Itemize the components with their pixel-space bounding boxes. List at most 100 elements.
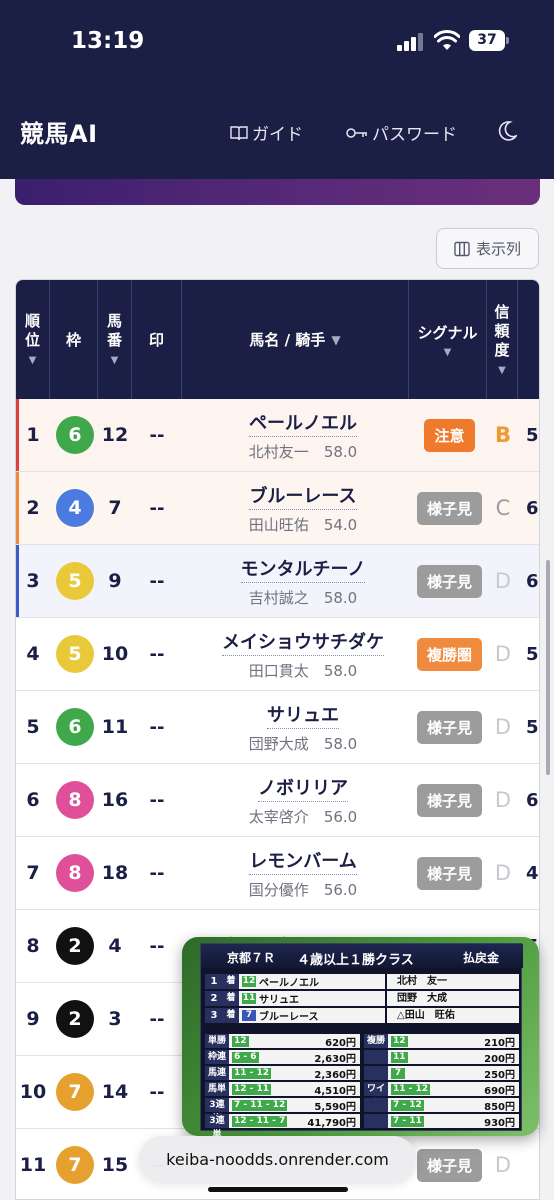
sort-arrow-icon: ▼ [110,355,119,366]
table-row[interactable]: 6 8 16 -- ノボリリア 太宰啓介 56.0 様子見 D 6 [16,764,539,837]
frame-cell: 2 [52,983,98,1055]
frame-cell: 2 [52,910,98,982]
next-column-value: 6 [526,570,539,592]
frame-number-badge: 8 [56,854,94,892]
header-rank[interactable]: 順位 ▼ [16,280,50,399]
mark-cell[interactable]: -- [132,618,182,690]
display-columns-label: 表示列 [475,240,521,258]
payout-amount: 41,790円 [307,1117,356,1129]
horse-jockey-cell: モンタルチーノ 吉村誠之 58.0 [193,545,413,617]
horse-number-cell: 16 [101,789,129,811]
bet-combination: 12 [391,1036,408,1047]
finish-place: 2 [205,991,223,1006]
horse-number-cell: 12 [101,424,129,446]
horse-name-link[interactable]: ペールノエル [249,409,357,437]
horse-name-link[interactable]: ブルーレース [249,482,357,510]
columns-icon [454,241,470,256]
scrollbar[interactable] [546,560,550,775]
bet-type: 3連単 [205,1114,229,1136]
jockey-weight: 国分優作 56.0 [248,880,358,899]
header-signal[interactable]: シグナル ▼ [409,280,487,399]
bet-combination: 7 - 12 [391,1100,424,1111]
mark-cell[interactable]: -- [132,545,182,617]
table-row[interactable]: 1 6 12 -- ペールノエル 北村友一 58.0 注意 B 5 [16,399,539,472]
payout-row: 複勝 12 210円 [364,1034,519,1049]
rank-cell: 5 [26,716,40,738]
key-icon [346,127,367,138]
finish-place: 3 [205,1008,223,1023]
horse-number-cell: 9 [108,570,122,592]
bet-combination: 11 [391,1052,408,1063]
next-column-value [526,1129,539,1199]
horse-number-cell: 15 [101,1154,129,1176]
table-row[interactable]: 5 6 11 -- サリュエ 団野大成 58.0 様子見 D 5 [16,691,539,764]
mark-cell[interactable]: -- [132,983,182,1055]
header-number[interactable]: 馬番 ▼ [98,280,132,399]
sort-arrow-icon: ▼ [498,364,506,376]
mark-cell[interactable]: -- [132,472,182,544]
table-row[interactable]: 3 5 9 -- モンタルチーノ 吉村誠之 58.0 様子見 D 6 [16,545,539,618]
bet-type: 複勝 [364,1034,388,1048]
browser-url-bar[interactable]: keiba-noodds.onrender.com [139,1136,416,1182]
payout-row: 馬単 12 - 11 4,510円 [205,1082,360,1097]
table-row[interactable]: 7 8 18 -- レモンバーム 国分優作 56.0 様子見 D 4 [16,837,539,910]
frame-number-badge: 5 [56,562,94,600]
mark-cell[interactable]: -- [132,910,182,982]
mark-cell[interactable]: -- [132,399,182,471]
confidence-cell: B [494,423,511,447]
payout-row: ワイド11 - 12 690円 [364,1082,519,1108]
signal-badge: 複勝圏 [416,637,482,671]
mark-cell[interactable]: -- [132,837,182,909]
rank-cell: 1 [26,424,40,446]
signal-cell: 様子見 [413,837,486,909]
next-column-value: 6 [526,789,539,811]
horse-number-cell: 11 [101,716,129,738]
result-horse-name: ペールノエル [259,978,319,989]
payout-amount: 250円 [484,1069,515,1081]
app-title[interactable]: 競馬AI [20,114,98,149]
horse-name-link[interactable]: レモンバーム [249,847,357,875]
bet-combination: 7 - 11 - 12 [232,1100,288,1111]
confidence-cell: D [494,715,512,739]
signal-cell: 様子見 [413,691,486,763]
confidence-cell: D [494,642,512,666]
header-horse-jockey[interactable]: 馬名 / 騎手 ▼ [182,280,409,399]
bet-type: 枠連 [205,1050,229,1064]
payout-row: 馬連 11 - 12 2,360円 [205,1066,360,1081]
display-columns-button[interactable]: 表示列 [436,228,539,269]
frame-cell: 6 [52,691,98,763]
header-confidence[interactable]: 信頼度 ▼ [487,280,518,399]
guide-link[interactable]: ガイド [230,120,303,145]
signal-badge: 様子見 [416,564,482,598]
jockey-weight: 太宰啓介 56.0 [248,807,358,826]
race-video-pip[interactable]: 京都７Ｒ ４歳以上１勝クラス 払戻金 1 着 12 ペールノエル 北村 友一 2 着 11 サリ… [182,937,539,1136]
payout-row: 7 250円 [364,1066,519,1081]
table-row[interactable]: 2 4 7 -- ブルーレース 田山旺佑 54.0 様子見 C 6 [16,472,539,545]
signal-badge: 様子見 [416,491,482,525]
payout-amount: 2,360円 [314,1069,356,1081]
horse-jockey-cell: サリュエ 団野大成 58.0 [193,691,413,763]
frame-number-badge: 2 [56,927,94,965]
payout-amount: 930円 [484,1117,515,1129]
horse-name-link[interactable]: サリュエ [267,701,339,729]
horse-name-link[interactable]: ノボリリア [258,774,348,802]
horse-number-cell: 10 [101,643,129,665]
header-frame: 枠 [50,280,98,399]
horse-number-cell: 3 [108,1008,122,1030]
bet-type [364,1066,388,1080]
app-header: 競馬AI ガイド パスワード [0,84,554,179]
mark-cell[interactable]: -- [132,764,182,836]
mark-cell[interactable]: -- [132,691,182,763]
payout-amount: 200円 [484,1053,515,1065]
bet-type [364,1114,388,1128]
result-row: 2 着 11 サリュエ [205,991,385,1006]
horse-name-link[interactable]: メイショウサチダケ [222,628,384,656]
bet-combination: 12 - 11 - 7 [232,1116,288,1127]
table-row[interactable]: 4 5 10 -- メイショウサチダケ 田口貫太 58.0 複勝圏 D 5 [16,618,539,691]
password-link[interactable]: パスワード [346,120,457,145]
signal-cell: 様子見 [413,1129,486,1199]
result-jockey: 団野 大成 [387,991,519,1006]
horse-name-link[interactable]: モンタルチーノ [240,555,366,583]
moon-icon[interactable] [497,120,517,142]
mark-cell[interactable]: -- [132,1056,182,1128]
